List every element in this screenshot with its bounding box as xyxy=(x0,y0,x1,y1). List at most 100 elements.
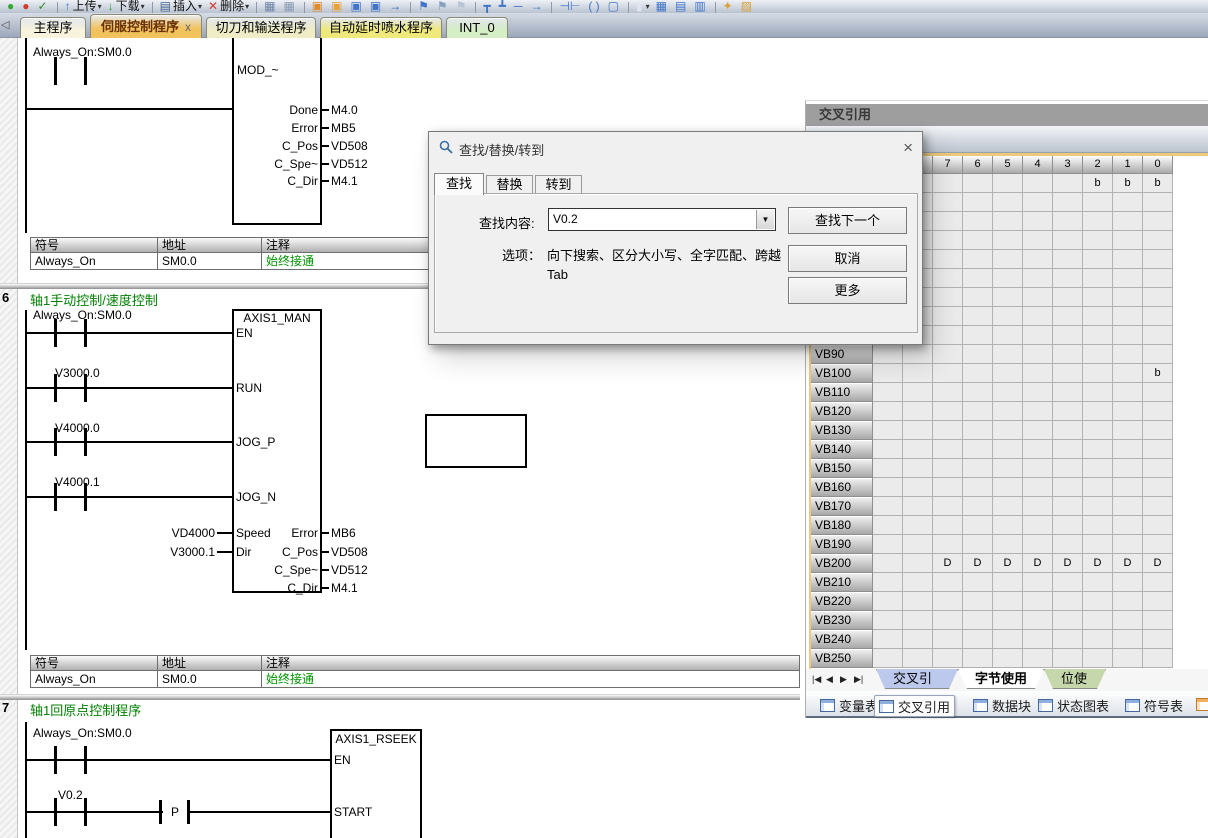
grid-cell[interactable] xyxy=(1053,611,1083,630)
grid-cell[interactable] xyxy=(1023,231,1053,250)
tab-auto-delay-spray[interactable]: 自动延时喷水程序 xyxy=(320,17,442,38)
grid-cell[interactable] xyxy=(933,402,963,421)
grid-cell[interactable] xyxy=(963,497,993,516)
grid-cell[interactable] xyxy=(1143,535,1173,554)
grid-cell[interactable] xyxy=(963,535,993,554)
grid-cell[interactable] xyxy=(1053,193,1083,212)
box-button[interactable]: ▢ xyxy=(608,0,621,13)
grid-cell[interactable]: D xyxy=(1053,554,1083,573)
cascade-window-button[interactable]: ▣ xyxy=(312,0,325,13)
grid-cell[interactable] xyxy=(933,326,963,345)
grid-cell[interactable] xyxy=(903,573,933,592)
grid-cell[interactable] xyxy=(1083,573,1113,592)
grid-cell[interactable]: b xyxy=(1113,174,1143,193)
branch-up-button[interactable]: ┻ xyxy=(499,0,508,13)
grid-cell[interactable] xyxy=(1113,250,1143,269)
grid-cell[interactable] xyxy=(963,478,993,497)
project-tree-button[interactable]: ▦ xyxy=(264,0,277,13)
grid-cell[interactable] xyxy=(993,440,1023,459)
tab-replace[interactable]: 替换 xyxy=(486,175,533,194)
grid-cell[interactable] xyxy=(1083,250,1113,269)
grid-cell[interactable] xyxy=(903,421,933,440)
grid-row-header[interactable]: VB180 xyxy=(811,516,873,535)
pou-button[interactable]: ▦ xyxy=(283,0,296,13)
grid-cell[interactable] xyxy=(1053,345,1083,364)
grid-cell[interactable] xyxy=(1083,535,1113,554)
grid-cell[interactable] xyxy=(993,497,1023,516)
grid-cell[interactable] xyxy=(873,649,903,668)
grid-cell[interactable] xyxy=(963,573,993,592)
nav-first-icon[interactable]: |◀ xyxy=(812,674,821,685)
grid-cell[interactable] xyxy=(1143,630,1173,649)
grid-cell[interactable] xyxy=(963,630,993,649)
grid-cell[interactable] xyxy=(993,231,1023,250)
bookmark-button[interactable]: ⚑ xyxy=(418,0,431,13)
grid-row-header[interactable]: VB250 xyxy=(811,649,873,668)
grid-cell[interactable] xyxy=(963,174,993,193)
grid-cell[interactable] xyxy=(1113,421,1143,440)
grid-cell[interactable] xyxy=(1053,250,1083,269)
grid-cell[interactable] xyxy=(903,478,933,497)
grid-cell[interactable] xyxy=(963,611,993,630)
grid-cell[interactable] xyxy=(1023,592,1053,611)
grid-col-header[interactable]: 1 xyxy=(1113,156,1143,174)
grid-cell[interactable] xyxy=(1083,364,1113,383)
grid-cell[interactable] xyxy=(1053,478,1083,497)
grid-cell[interactable] xyxy=(873,440,903,459)
grid-cell[interactable] xyxy=(933,193,963,212)
upload-button[interactable]: ↑上传▾ xyxy=(65,0,102,13)
grid-cell[interactable] xyxy=(1143,212,1173,231)
grid-cell[interactable] xyxy=(873,383,903,402)
grid-cell[interactable] xyxy=(1023,440,1053,459)
grid-cell[interactable] xyxy=(963,269,993,288)
grid-cell[interactable] xyxy=(1023,649,1053,668)
grid-cell[interactable] xyxy=(903,440,933,459)
grid-cell[interactable] xyxy=(1023,478,1053,497)
grid-cell[interactable] xyxy=(1053,364,1083,383)
grid-col-header[interactable]: 2 xyxy=(1083,156,1113,174)
grid-cell[interactable] xyxy=(1023,497,1053,516)
grid-cell[interactable] xyxy=(963,592,993,611)
grid-cell[interactable] xyxy=(1083,516,1113,535)
grid-cell[interactable] xyxy=(903,402,933,421)
variable-table-button[interactable]: 变量表 xyxy=(816,695,882,715)
stop-button[interactable]: ● xyxy=(22,0,31,13)
grid-cell[interactable] xyxy=(1083,649,1113,668)
grid-cell[interactable] xyxy=(963,421,993,440)
grid-row-header[interactable]: VB170 xyxy=(811,497,873,516)
grid-col-header[interactable]: 5 xyxy=(993,156,1023,174)
tab-servo-control[interactable]: 伺服控制程序x xyxy=(90,14,202,38)
nav-prev-icon[interactable]: ◀ xyxy=(826,674,833,685)
grid-cell[interactable] xyxy=(1023,421,1053,440)
grid-cell[interactable] xyxy=(933,516,963,535)
hmi-button[interactable]: ▥ xyxy=(694,0,707,13)
grid-cell[interactable] xyxy=(1023,402,1053,421)
grid-cell[interactable] xyxy=(873,497,903,516)
grid-cell[interactable] xyxy=(1143,573,1173,592)
grid-cell[interactable] xyxy=(1113,535,1143,554)
grid-cell[interactable]: D xyxy=(963,554,993,573)
grid-cell[interactable] xyxy=(1113,440,1143,459)
grid-cell[interactable] xyxy=(933,174,963,193)
grid-cell[interactable] xyxy=(963,383,993,402)
nav-last-icon[interactable]: ▶| xyxy=(854,674,863,685)
grid-cell[interactable] xyxy=(1023,516,1053,535)
grid-cell[interactable] xyxy=(1083,193,1113,212)
combo-dropdown-icon[interactable]: ▼ xyxy=(756,210,774,229)
grid-cell[interactable]: D xyxy=(1113,554,1143,573)
grid-row-header[interactable]: VB160 xyxy=(811,478,873,497)
grid-cell[interactable] xyxy=(963,326,993,345)
grid-cell[interactable] xyxy=(903,383,933,402)
grid-cell[interactable] xyxy=(963,345,993,364)
grid-cell[interactable] xyxy=(1023,326,1053,345)
grid-cell[interactable] xyxy=(993,174,1023,193)
grid-cell[interactable] xyxy=(1053,535,1083,554)
grid-cell[interactable] xyxy=(993,250,1023,269)
tab-goto[interactable]: 转到 xyxy=(535,175,582,194)
grid-cell[interactable] xyxy=(1143,516,1173,535)
goto-button[interactable]: → xyxy=(389,0,403,13)
grid-cell[interactable] xyxy=(1053,174,1083,193)
coil-button[interactable]: ( ) xyxy=(588,0,601,13)
grid-cell[interactable] xyxy=(1053,326,1083,345)
grid-cell[interactable] xyxy=(1023,345,1053,364)
